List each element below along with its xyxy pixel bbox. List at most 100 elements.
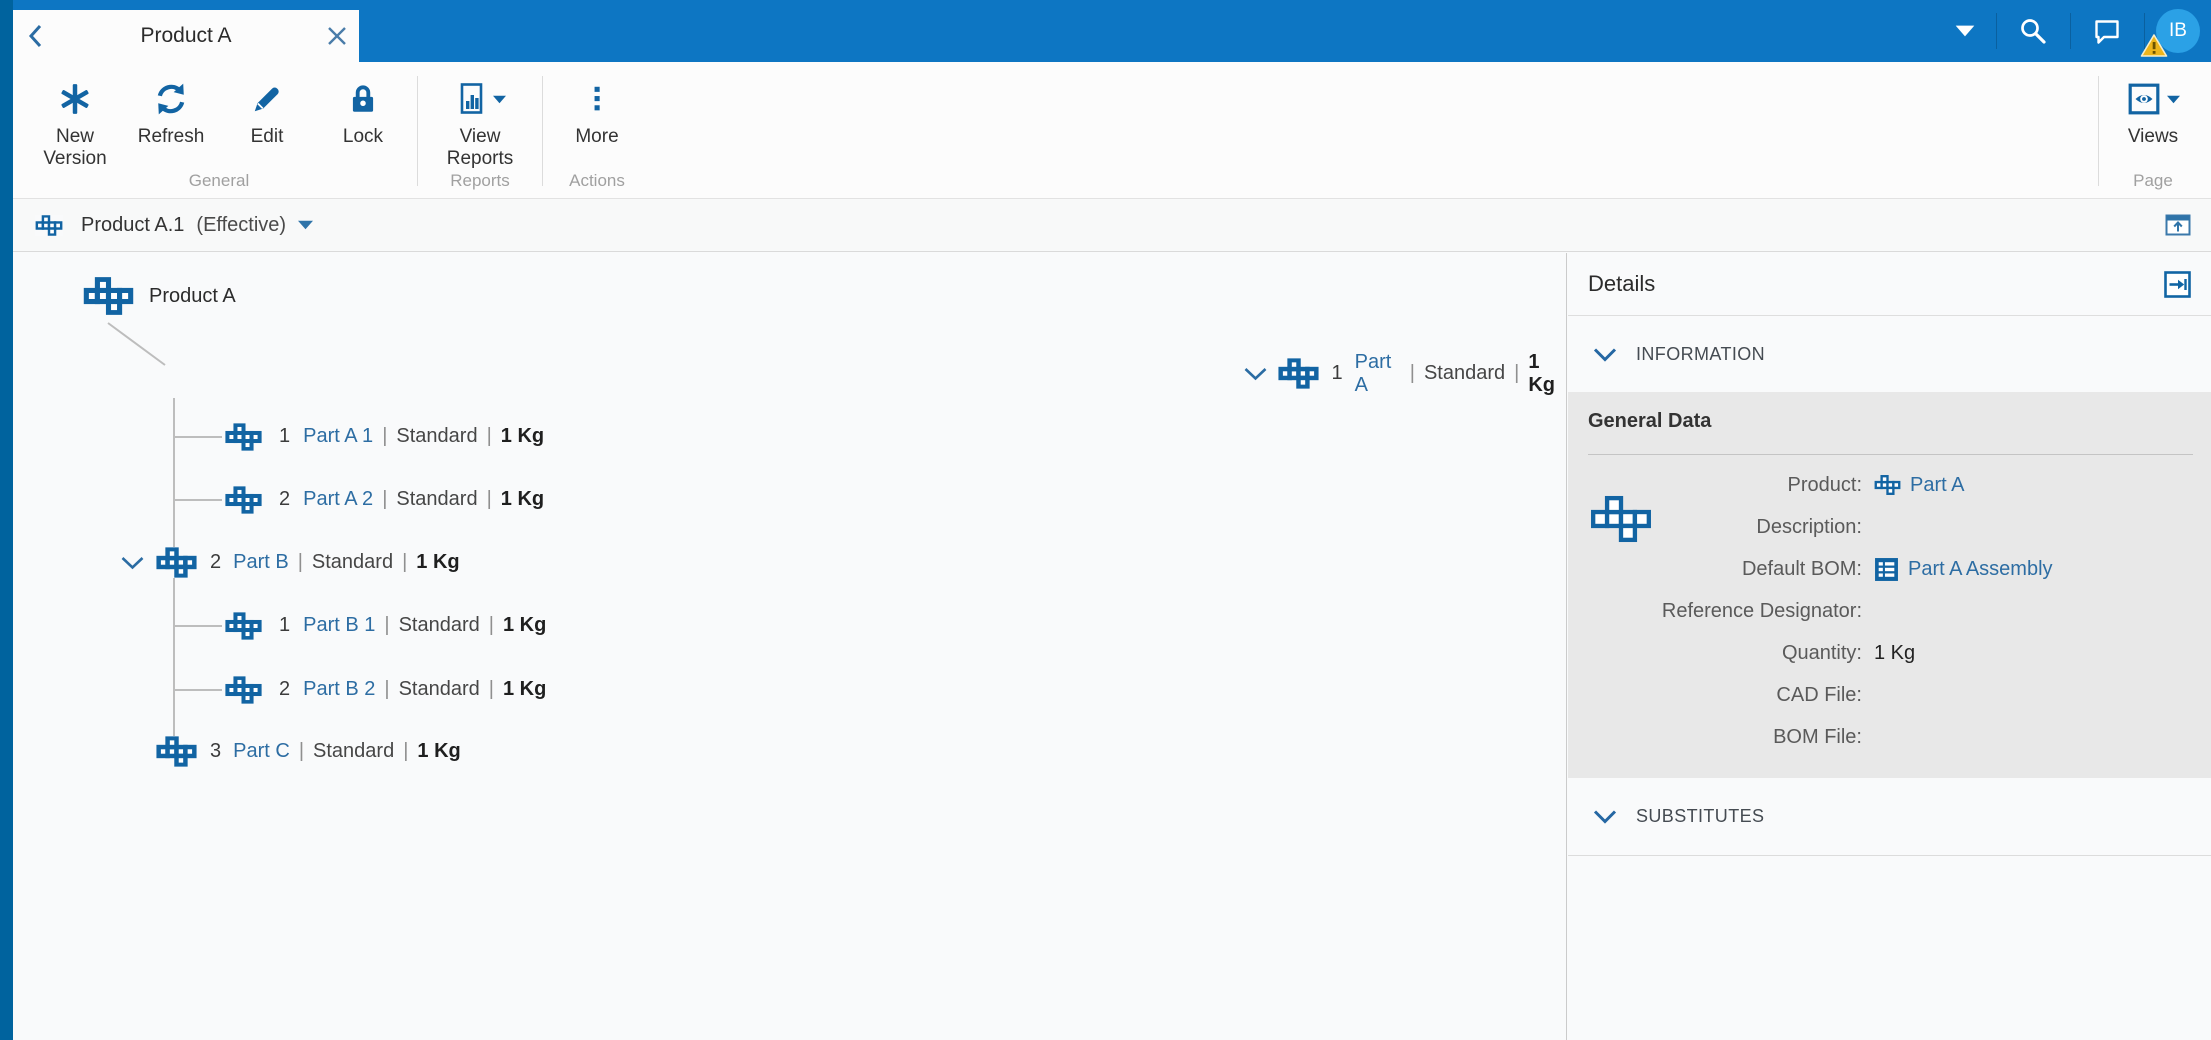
tab-product-a[interactable]: Product A [13,10,359,62]
part-link[interactable]: Part A 2 [303,488,373,511]
row-type: Standard [398,678,480,700]
more-button[interactable]: More [549,62,645,171]
button-label: Views [2127,126,2179,147]
field-label: Quantity: [1781,641,1862,664]
part-icon [225,422,262,451]
new-version-button[interactable]: New Version [27,62,123,171]
tree-row-part-b-2[interactable]: 2 Part B 2 | Standard | 1 Kg [13,666,1565,713]
part-link[interactable]: Part A 1 [303,425,373,448]
lock-icon [352,85,374,112]
tree-row-part-a-2[interactable]: 2 Part A 2 | Standard | 1 Kg [13,476,1565,523]
collapse-chevron-icon[interactable] [1243,366,1268,381]
lock-button[interactable]: Lock [315,62,411,171]
row-quantity: 1 Kg [500,488,545,510]
field-quantity: Quantity: 1 Kg [1568,632,2211,674]
field-reference-designator: Reference Designator: [1568,590,2211,632]
separator: | [382,488,388,510]
edit-button[interactable]: Edit [219,62,315,171]
tree-row-part-b-1[interactable]: 1 Part B 1 | Standard | 1 Kg [13,602,1565,649]
tree-row-part-c[interactable]: 3 Part C | Standard | 1 Kg [13,728,1565,775]
separator: | [402,551,408,573]
separator: | [403,740,409,762]
section-information[interactable]: INFORMATION [1568,316,2211,392]
separator: | [384,678,390,700]
field-label: Reference Designator: [1661,599,1862,622]
views-button[interactable]: Views [2105,62,2201,171]
part-link[interactable]: Part B [233,551,289,574]
general-data-block: General Data Product: Part A Description… [1568,392,2211,778]
topbar-separator [1996,13,1997,49]
main-content: Product A 1 Part A | Standard | 1 Kg 1 P… [13,253,2211,1040]
close-icon [328,27,346,45]
separator: | [298,740,305,762]
chevron-down-icon[interactable] [1592,347,1618,362]
ribbon-toolbar: New Version Refresh Edit Lock General Vi… [13,62,2211,199]
section-substitutes[interactable]: SUBSTITUTES [1568,778,2211,856]
toolbar-group-actions: More Actions [549,62,645,198]
button-label: Edit [250,126,284,147]
topbar-separator [2070,13,2071,49]
part-icon [225,485,262,514]
section-label: INFORMATION [1636,343,1766,364]
topbar: Product A IB [0,0,2211,62]
part-link[interactable]: Part C [233,740,290,763]
row-quantity: 1 Kg [1528,350,1555,396]
button-label: More [575,126,619,147]
bom-tree: Product A 1 Part A | Standard | 1 Kg 1 P… [13,253,1565,1040]
row-type: Standard [313,740,395,762]
separator: | [1514,362,1520,384]
tree-row-part-a-1[interactable]: 1 Part A 1 | Standard | 1 Kg [13,413,1565,460]
section-label: SUBSTITUTES [1636,806,1765,826]
chat-button[interactable] [2082,0,2132,62]
part-link[interactable]: Part B 1 [303,614,375,637]
row-type: Standard [398,614,480,636]
button-label: View Reports [446,126,514,170]
part-icon [225,611,262,640]
toolbar-group-label: Reports [450,171,510,190]
view-reports-button[interactable]: View Reports [424,62,536,171]
search-button[interactable] [2008,0,2058,62]
tree-row-part-b[interactable]: 2 Part B | Standard | 1 Kg [13,539,1565,586]
toolbar-group-label: Page [2133,171,2173,190]
tree-root-row[interactable]: Product A [13,272,1565,320]
row-sequence: 2 [279,678,291,700]
toolbar-separator [542,76,543,186]
part-link[interactable]: Part A [1355,351,1401,397]
new-version-asterisk-icon [61,84,89,114]
breadcrumb-caret-button[interactable] [298,220,313,230]
separator: | [382,425,388,447]
row-quantity: 1 Kg [417,740,461,762]
field-label: Default BOM: [1741,557,1862,580]
app-edge-strip [0,0,13,1040]
eye-views-icon [2128,83,2159,115]
row-quantity: 1 Kg [416,551,460,573]
chevron-down-icon[interactable] [1592,809,1618,824]
row-sequence: 1 [1331,362,1343,384]
row-sequence: 2 [210,551,222,573]
open-panel-arrow-icon [2164,270,2191,298]
default-bom-link[interactable]: Part A Assembly [1908,558,2053,581]
field-value: 1 Kg [1874,641,1916,664]
collapse-header-button[interactable] [2165,213,2191,237]
field-label: Product: [1787,473,1862,496]
field-description: Description: [1568,506,2211,548]
part-icon [156,736,197,767]
breadcrumb-title[interactable]: Product A.1 [81,214,184,237]
refresh-button[interactable]: Refresh [123,62,219,171]
row-quantity: 1 Kg [502,678,547,700]
product-link[interactable]: Part A [1910,474,1964,497]
button-label: Refresh [137,126,205,147]
caret-down-icon [493,95,506,104]
part-icon [1874,475,1901,495]
back-button[interactable] [13,10,57,62]
part-link[interactable]: Part B 2 [303,678,375,701]
topbar-menu-caret-button[interactable] [1940,0,1990,62]
field-cad-file: CAD File: [1568,674,2211,716]
open-panel-button[interactable] [2164,270,2191,298]
warning-triangle-icon [2140,34,2168,57]
separator: | [488,614,494,636]
separator: | [486,425,492,447]
tab-close-button[interactable] [315,10,359,62]
collapse-chevron-icon[interactable] [119,555,146,570]
tree-row-part-a[interactable]: 1 Part A | Standard | 1 Kg [13,350,1565,397]
